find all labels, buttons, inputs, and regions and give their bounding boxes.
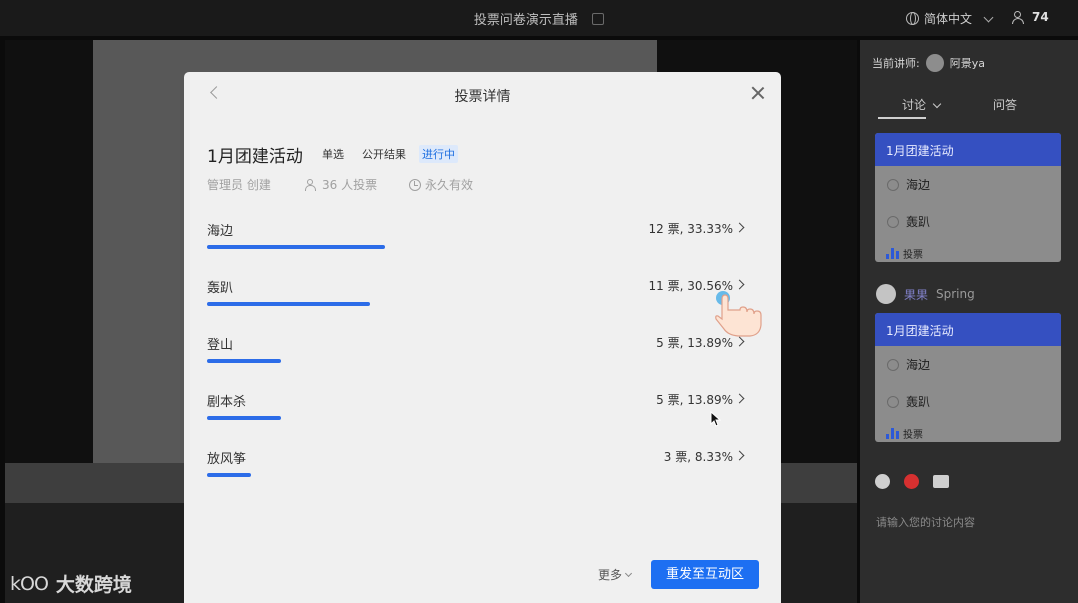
vote-card-footer[interactable]: 投票 — [875, 240, 1061, 262]
radio-icon — [887, 215, 899, 228]
option-label: 剧本杀 — [207, 395, 247, 410]
vote-card-option-label: 轰趴 — [906, 215, 931, 229]
poll-validity: 永久有效 — [409, 176, 473, 193]
commenter-nickname: 果果 — [904, 287, 929, 302]
chevron-down-icon — [624, 569, 633, 577]
lecturer-name: 阿景ya — [949, 57, 985, 70]
chevron-right-icon[interactable] — [734, 279, 745, 290]
poll-creator: 管理员 创建 — [207, 176, 271, 193]
emoji-icon[interactable] — [875, 474, 890, 489]
lecturer-label: 当前讲师: — [872, 57, 920, 70]
vote-card-option[interactable]: 轰趴 — [875, 203, 1061, 240]
share-icon[interactable] — [592, 13, 605, 25]
watermark: kOO 大数跨境 — [10, 570, 132, 597]
tab-qa-label: 问答 — [993, 98, 1018, 112]
option-label: 登山 — [207, 338, 234, 353]
vote-card-option-label: 轰趴 — [906, 395, 931, 409]
viewer-count-value: 74 — [1032, 10, 1049, 24]
poll-voters: 36 人投票 — [305, 176, 377, 193]
vote-card-title: 1月团建活动 — [875, 133, 1061, 166]
current-lecturer: 当前讲师: 阿景ya — [872, 54, 985, 72]
bar-chart-icon — [886, 247, 899, 259]
hand-cursor-icon — [715, 291, 762, 337]
vote-card-option-label: 海边 — [906, 178, 931, 192]
tab-discussion[interactable]: 讨论 — [902, 96, 942, 113]
globe-icon — [906, 12, 919, 25]
more-label: 更多 — [598, 568, 623, 582]
poll-validity-text: 永久有效 — [425, 178, 474, 192]
vote-card[interactable]: 1月团建活动 海边 轰趴 投票 — [875, 313, 1061, 442]
option-row[interactable]: 轰趴 11 票, 30.56% — [207, 277, 747, 317]
red-packet-icon[interactable] — [904, 474, 919, 489]
active-tab-indicator — [878, 117, 926, 119]
chevron-right-icon[interactable] — [734, 450, 745, 461]
close-icon[interactable] — [751, 86, 765, 100]
chevron-right-icon[interactable] — [734, 222, 745, 233]
option-row[interactable]: 海边 12 票, 33.33% — [207, 220, 747, 260]
vote-card-option[interactable]: 海边 — [875, 166, 1061, 203]
mouse-pointer-icon — [710, 411, 722, 427]
live-title: 投票问卷演示直播 — [473, 13, 578, 28]
watermark-text: 大数跨境 — [55, 574, 132, 596]
tab-qa[interactable]: 问答 — [993, 96, 1017, 113]
option-label: 放风筝 — [207, 452, 247, 467]
tag-single-choice: 单选 — [322, 148, 344, 161]
radio-icon — [887, 358, 899, 371]
avatar — [876, 284, 896, 304]
resend-to-interaction-button[interactable]: 重发至互动区 — [651, 560, 759, 589]
folder-icon[interactable] — [933, 475, 949, 488]
vote-card-option-label: 海边 — [906, 358, 931, 372]
poll-creator-text: 管理员 创建 — [207, 178, 271, 192]
language-label: 简体中文 — [924, 12, 973, 26]
option-progress-bar — [207, 416, 281, 420]
vote-card-title: 1月团建活动 — [875, 313, 1061, 346]
chat-input[interactable]: 请输入您的讨论内容 — [876, 514, 975, 530]
bar-chart-icon — [886, 427, 899, 439]
tab-discussion-label: 讨论 — [902, 98, 927, 112]
option-progress-bar — [207, 302, 370, 306]
vote-card-footer-label: 投票 — [903, 249, 923, 261]
poll-voters-text: 36 人投票 — [322, 178, 378, 192]
lecturer-avatar — [925, 54, 944, 72]
modal-title: 投票详情 — [454, 89, 511, 105]
language-selector[interactable]: 简体中文 — [906, 10, 994, 27]
option-row[interactable]: 放风筝 3 票, 8.33% — [207, 448, 747, 488]
option-progress-bar — [207, 473, 251, 477]
comment-author: 果果 Spring — [876, 284, 975, 304]
chevron-down-icon — [983, 12, 994, 22]
chevron-down-icon — [932, 99, 942, 109]
option-progress-bar — [207, 245, 385, 249]
poll-title: 1月团建活动 — [207, 147, 303, 167]
vote-card-option[interactable]: 轰趴 — [875, 383, 1061, 420]
more-dropdown[interactable]: 更多 — [598, 566, 633, 583]
tag-public-results: 公开结果 — [362, 148, 406, 161]
chat-toolbar — [875, 474, 949, 489]
watermark-logo: kOO — [10, 572, 49, 595]
radio-icon — [887, 178, 899, 191]
people-icon — [1012, 11, 1026, 24]
radio-icon — [887, 395, 899, 408]
people-icon — [305, 179, 318, 191]
option-row[interactable]: 剧本杀 5 票, 13.89% — [207, 391, 747, 431]
vote-card-option[interactable]: 海边 — [875, 346, 1061, 383]
status-badge: 进行中 — [419, 145, 458, 163]
option-count: 5 票, 13.89% — [656, 393, 733, 407]
option-count: 3 票, 8.33% — [663, 450, 733, 464]
chevron-right-icon[interactable] — [734, 393, 745, 404]
viewer-count[interactable]: 74 — [1012, 10, 1049, 24]
option-label: 轰趴 — [207, 281, 234, 296]
vote-card-footer[interactable]: 投票 — [875, 420, 1061, 442]
vote-card[interactable]: 1月团建活动 海边 轰趴 投票 — [875, 133, 1061, 262]
clock-icon — [409, 178, 421, 191]
vote-card-footer-label: 投票 — [903, 429, 923, 441]
commenter-name: Spring — [936, 287, 975, 301]
option-row[interactable]: 登山 5 票, 13.89% — [207, 334, 747, 374]
option-count: 12 票, 33.33% — [648, 222, 733, 236]
option-label: 海边 — [207, 224, 234, 239]
option-progress-bar — [207, 359, 281, 363]
